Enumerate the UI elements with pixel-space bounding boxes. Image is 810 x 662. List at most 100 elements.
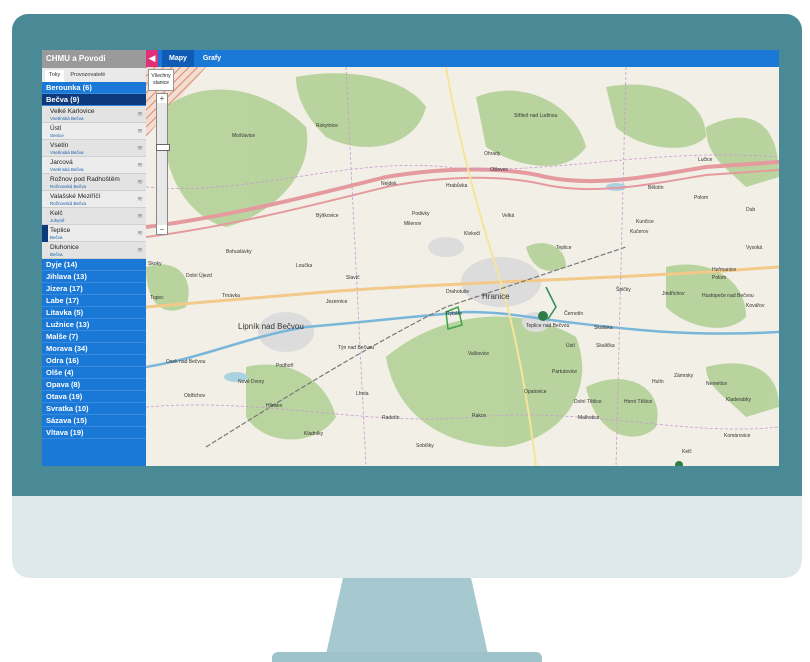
map-place-label: Zámrsky [674, 373, 694, 379]
river-item[interactable]: Sázava (15) [42, 415, 146, 427]
zoom-in-button[interactable]: + [157, 94, 167, 103]
river-item-berounka[interactable]: Berounka (6) [42, 82, 146, 94]
map-place-label: Osek nad Bečvou [166, 359, 206, 365]
tab-grafy[interactable]: Grafy [196, 50, 228, 67]
river-item[interactable]: Lužnice (13) [42, 319, 146, 331]
river-item[interactable]: Jizera (17) [42, 283, 146, 295]
map-place-label: Olšovec [490, 167, 509, 173]
station-item[interactable]: Teplice Bečva ≋ [42, 225, 146, 242]
all-stations-button[interactable]: Všechny stanice [148, 69, 174, 91]
station-name: Valašské Meziříčí [50, 193, 101, 200]
map-place-label: Sobíšky [416, 443, 434, 449]
monitor-stand [325, 578, 489, 658]
station-marker-teplice[interactable] [538, 311, 548, 321]
river-item[interactable]: Otava (19) [42, 391, 146, 403]
map-place-label: Radotín [382, 415, 400, 421]
wave-icon: ≋ [137, 213, 143, 220]
map-place-label: Polom [694, 195, 708, 201]
river-item-becva[interactable]: Bečva (9) [42, 94, 146, 106]
map-place-label: Hulín [652, 379, 664, 385]
zoom-out-button[interactable]: − [157, 225, 167, 234]
station-item[interactable]: Dluhonice Bečva ≋ [42, 242, 146, 259]
station-item[interactable]: Rožnov pod Radhoštěm Rožnovská Bečva ≋ [42, 174, 146, 191]
map-place-label: Dub [746, 207, 755, 213]
map-canvas[interactable]: Lipník nad Bečvou Hranice Drahotuše Teplice… [146, 67, 779, 466]
station-river: Vsetínská Bečva [50, 116, 84, 121]
station-name: Velké Karlovice [50, 108, 95, 115]
tab-mapy[interactable]: Mapy [162, 50, 194, 67]
map-place-label: Partutovice [552, 369, 577, 375]
station-item[interactable]: Valašské Meziříčí Rožnovská Bečva ≋ [42, 191, 146, 208]
station-item[interactable]: Vsetín Vsetínská Bečva ≋ [42, 140, 146, 157]
map-place-label: Skoky [148, 261, 162, 267]
station-name: Teplice [50, 227, 71, 234]
river-list: Dyje (14) Jihlava (13) Jizera (17) Labe (17… [42, 259, 146, 439]
map-place-label: Heřmanice [712, 267, 736, 273]
river-item[interactable]: Jihlava (13) [42, 271, 146, 283]
river-item[interactable]: Vltava (19) [42, 427, 146, 439]
station-list: Velké Karlovice Vsetínská Bečva ≋ Ústí Senic… [42, 106, 146, 259]
map-place-label: Ústí [566, 342, 576, 349]
wave-icon: ≋ [137, 196, 143, 203]
river-item[interactable]: Opava (8) [42, 379, 146, 391]
station-item[interactable]: Velké Karlovice Vsetínská Bečva ≋ [42, 106, 146, 123]
collapse-sidebar-icon[interactable]: ◀ [146, 50, 158, 67]
river-item[interactable]: Labe (17) [42, 295, 146, 307]
station-name: Jarcová [50, 159, 73, 166]
station-name: Vsetín [50, 142, 69, 149]
map-place-label: Nové Dvory [238, 379, 265, 385]
station-river: Rožnovská Bečva [50, 184, 87, 189]
map-place-label: Opatovice [524, 389, 547, 395]
map-place-label: Milenov [404, 221, 422, 227]
station-item[interactable]: Kelč Juhyně ≋ [42, 208, 146, 225]
zoom-slider[interactable]: + − [156, 93, 170, 235]
top-tabbar: ◀ Mapy Grafy [146, 50, 779, 67]
wave-icon: ≋ [137, 162, 143, 169]
river-item[interactable]: Morava (34) [42, 343, 146, 355]
wave-icon: ≋ [137, 145, 143, 152]
station-river: Senice [50, 133, 64, 138]
map-place-label: Lučice [698, 157, 713, 163]
tab-toky[interactable]: Toky [45, 70, 65, 82]
map-place-label: Skaliska [594, 325, 613, 331]
map-place-label: Hustopeče nad Bečvou [702, 293, 754, 299]
river-item[interactable]: Litavka (5) [42, 307, 146, 319]
map-place-label: Rokytnice [316, 123, 338, 129]
map-place-label: Trnávka [222, 293, 240, 299]
map-place-label: Hranice [482, 292, 510, 301]
station-river: Rožnovská Bečva [50, 201, 87, 206]
tab-provozovatele[interactable]: Provozovatelé [66, 70, 109, 82]
monitor-base [272, 652, 542, 662]
zoom-slider-handle[interactable] [156, 144, 170, 151]
map-place-label: Hlinsko [266, 403, 283, 409]
map-place-label: Bělotín [648, 185, 664, 191]
map-place-label: Komárovice [724, 433, 751, 439]
station-item[interactable]: Jarcová Vsetínská Bečva ≋ [42, 157, 146, 174]
map-place-label: Černotín [564, 310, 583, 317]
map-place-label: Bohuslávky [226, 249, 252, 255]
map-place-label: Mošťavice [232, 133, 255, 139]
map-place-label: Tupec [150, 295, 164, 301]
map-place-label: Teplice [556, 245, 572, 251]
map-place-label: Velká [502, 213, 514, 219]
map-place-label: Loučka [296, 263, 312, 269]
sidebar: CHMU a Povodi Toky Provozovatelé Berounk… [42, 50, 146, 466]
map-place-label: Jezernice [326, 299, 348, 305]
station-name: Dluhonice [50, 244, 79, 251]
river-item[interactable]: Svratka (10) [42, 403, 146, 415]
wave-icon: ≋ [137, 111, 143, 118]
map-place-label: Drahotuše [446, 289, 469, 295]
station-river: Vsetínská Bečva [50, 150, 84, 155]
river-item[interactable]: Odra (16) [42, 355, 146, 367]
river-item[interactable]: Olše (4) [42, 367, 146, 379]
map-place-label: Valšovice [468, 351, 489, 357]
map-place-label: Malhotice [578, 415, 600, 421]
station-item[interactable]: Ústí Senice ≋ [42, 123, 146, 140]
wave-icon: ≋ [137, 230, 143, 237]
map-place-label: Kovářov [746, 303, 765, 309]
station-name: Kelč [50, 210, 63, 217]
river-item[interactable]: Malše (7) [42, 331, 146, 343]
map-view[interactable]: Lipník nad Bečvou Hranice Drahotuše Teplice… [146, 67, 779, 466]
map-place-label: Polom [712, 275, 726, 281]
river-item[interactable]: Dyje (14) [42, 259, 146, 271]
